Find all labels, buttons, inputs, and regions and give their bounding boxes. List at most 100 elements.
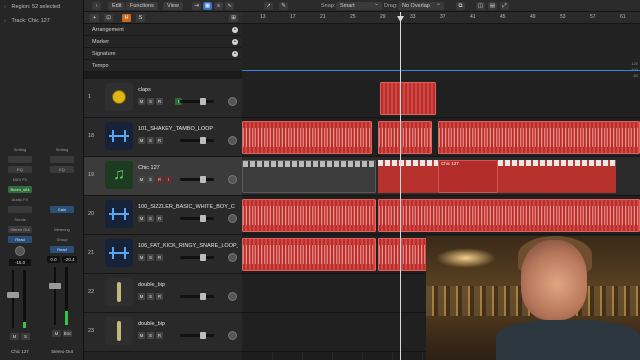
fader-cap[interactable] — [7, 292, 19, 298]
track-lane-selected[interactable]: Chic 127 — [242, 157, 640, 196]
automation-icon[interactable]: ∿ — [225, 2, 234, 10]
folder-icon[interactable]: ⊡ — [104, 14, 113, 22]
audio-region[interactable] — [242, 121, 372, 154]
bar-ruler[interactable]: 13 17 21 25 29 33 37 41 45 49 53 57 61 — [242, 12, 640, 24]
record-button[interactable]: R — [156, 254, 163, 261]
mute-button[interactable]: M — [138, 215, 145, 222]
output-slot[interactable]: Stereo Out — [8, 226, 32, 233]
catch-icon[interactable]: ⇥ — [192, 2, 201, 10]
fader-cap[interactable] — [49, 283, 61, 289]
volume-fader[interactable] — [6, 270, 34, 330]
mute-button[interactable]: M — [138, 293, 145, 300]
audio-region[interactable] — [438, 121, 640, 154]
pan-knob[interactable] — [228, 136, 237, 145]
record-button[interactable]: R — [156, 98, 163, 105]
fullscreen-icon[interactable]: ⤢ — [500, 2, 509, 10]
view-menu[interactable]: View — [163, 2, 183, 10]
waveform-zoom-icon[interactable]: ⧉ — [456, 2, 465, 10]
track-inspector-row[interactable]: › Track: Chic 127 — [4, 18, 50, 24]
solo-button[interactable]: S — [147, 293, 154, 300]
track-name[interactable]: 100_SIZZLER_BASIC_WHITE_BOY_C — [138, 204, 235, 210]
mute-button[interactable]: M — [52, 330, 61, 337]
mute-button[interactable]: M — [138, 137, 145, 144]
solo-button[interactable]: S — [147, 137, 154, 144]
record-button[interactable]: R — [156, 176, 163, 183]
mute-button[interactable]: M — [138, 254, 145, 261]
audio-region[interactable] — [378, 121, 432, 154]
pan-knob[interactable] — [228, 331, 237, 340]
track-volume-slider[interactable] — [180, 176, 214, 183]
midi-region-selected[interactable]: Chic 127 — [438, 160, 498, 193]
pan-knob[interactable] — [228, 175, 237, 184]
audio-region[interactable] — [242, 199, 376, 232]
solo-button[interactable]: S — [147, 215, 154, 222]
pan-knob[interactable] — [228, 214, 237, 223]
midi-region[interactable] — [242, 160, 376, 193]
track-volume-slider[interactable] — [180, 254, 214, 261]
automation-mode[interactable]: Read — [8, 236, 32, 243]
setting-slot[interactable]: Setting — [8, 146, 32, 153]
track-volume-slider[interactable] — [180, 293, 214, 300]
midi-region-selected[interactable] — [498, 160, 616, 193]
solo-button[interactable]: S — [147, 254, 154, 261]
gain-slot[interactable]: Gain — [50, 206, 74, 213]
global-track-signature[interactable]: Signature + — [84, 48, 242, 60]
track-name[interactable]: double_bip — [138, 321, 165, 327]
claps-region[interactable] — [380, 82, 436, 115]
arrangement-lane[interactable] — [242, 24, 640, 36]
pan-knob[interactable] — [228, 253, 237, 262]
list-view-icon[interactable]: ≡ — [214, 2, 223, 10]
pan-knob[interactable] — [228, 97, 237, 106]
setting-slot[interactable]: Setting — [50, 146, 74, 153]
edit-menu[interactable]: Edit — [108, 2, 126, 10]
blank-slot[interactable] — [50, 156, 74, 163]
global-tracks-icon[interactable]: ⊞ — [229, 14, 238, 22]
split-view-icon[interactable]: ▤ — [488, 2, 497, 10]
pencil-tool-icon[interactable]: ✎ — [279, 2, 288, 10]
track-lane[interactable] — [242, 79, 640, 118]
signature-lane[interactable] — [242, 48, 640, 60]
mute-button[interactable]: M — [10, 333, 19, 340]
midi-region-selected[interactable] — [378, 160, 438, 193]
mute-button[interactable]: M — [138, 98, 145, 105]
volume-fader[interactable] — [48, 267, 76, 327]
pan-knob[interactable] — [228, 292, 237, 301]
hide-button[interactable]: H — [122, 14, 131, 22]
functions-menu[interactable]: Functions — [126, 2, 158, 10]
add-marker-icon[interactable]: + — [232, 39, 238, 45]
track-header[interactable]: 22 double_bip M S R — [84, 274, 242, 313]
solo-button[interactable]: S — [147, 98, 154, 105]
track-volume-slider[interactable] — [180, 332, 214, 339]
track-header[interactable]: 18 101_SHAKEY_TAMBO_LOOP M S R — [84, 118, 242, 157]
solo-button[interactable]: S — [147, 332, 154, 339]
audio-region[interactable] — [378, 199, 640, 232]
pan-knob[interactable] — [15, 246, 25, 256]
marker-lane[interactable] — [242, 36, 640, 48]
instrument-slot[interactable]: Boom_s84 — [8, 186, 32, 193]
zoom-icon[interactable]: ◫ — [476, 2, 485, 10]
add-marker-icon[interactable]: + — [232, 27, 238, 33]
track-header[interactable]: 21 106_FAT_KICK_RINGY_SNARE_LOOP_A M S R — [84, 235, 242, 274]
track-name[interactable]: 101_SHAKEY_TAMBO_LOOP — [138, 126, 213, 132]
mute-button[interactable]: M — [138, 332, 145, 339]
track-header-selected[interactable]: 19 ♫ Chic 127 M S R I — [84, 157, 242, 196]
grid-view-icon[interactable]: ▦ — [203, 2, 212, 10]
track-lane[interactable] — [242, 196, 640, 235]
add-track-button[interactable]: + — [90, 14, 99, 22]
tempo-line[interactable] — [242, 70, 640, 71]
record-button[interactable]: R — [156, 137, 163, 144]
region-inspector-row[interactable]: › Region: 52 selected — [4, 4, 60, 10]
automation-mode[interactable]: Read — [50, 246, 74, 253]
back-arrow-icon[interactable]: ‹ — [92, 2, 101, 10]
bounce-button[interactable]: Bnc — [63, 330, 72, 337]
mute-button[interactable]: M — [138, 176, 145, 183]
global-track-tempo[interactable]: Tempo — [84, 60, 242, 72]
record-button[interactable]: R — [156, 332, 163, 339]
solo-button[interactable]: S — [21, 333, 30, 340]
blank-slot[interactable] — [8, 156, 32, 163]
global-solo-button[interactable]: S — [136, 14, 145, 22]
pointer-tool-icon[interactable]: ➚ — [264, 2, 273, 10]
record-button[interactable]: R — [156, 215, 163, 222]
track-name[interactable]: double_bip — [138, 282, 165, 288]
track-header[interactable]: 23 double_bip M S R — [84, 313, 242, 352]
